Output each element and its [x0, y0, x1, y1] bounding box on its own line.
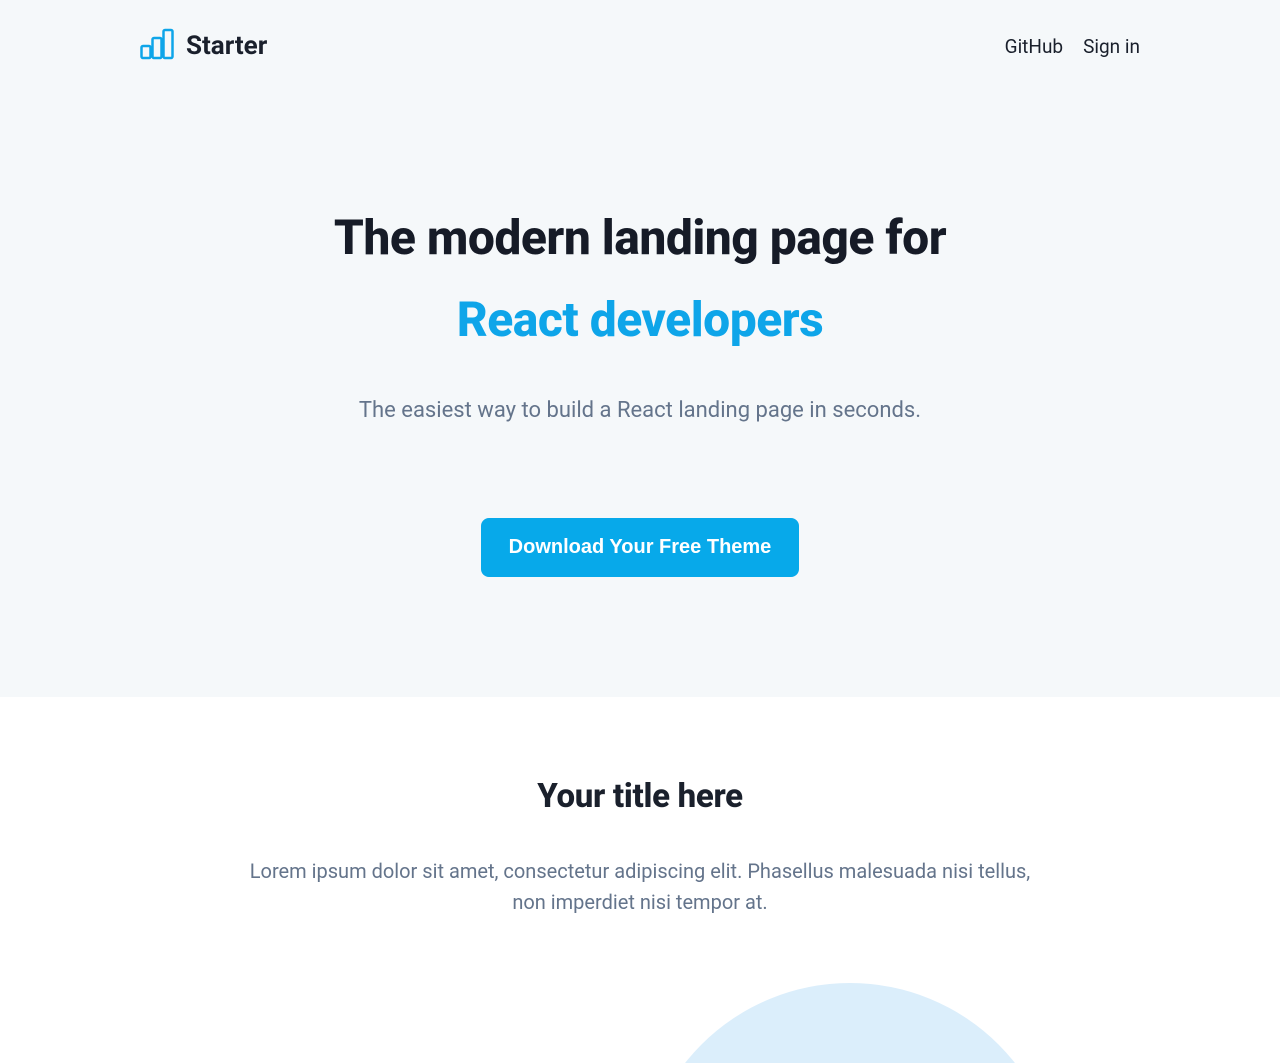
features-section: Your title here Lorem ipsum dolor sit am…: [0, 697, 1280, 1063]
hero-content: The modern landing page for React develo…: [0, 64, 1280, 577]
features-subtitle: Lorem ipsum dolor sit amet, consectetur …: [240, 856, 1040, 918]
logo[interactable]: Starter: [140, 28, 267, 64]
hero-title-line1: The modern landing page for: [334, 209, 946, 266]
hero-subtitle: The easiest way to build a React landing…: [0, 398, 1280, 423]
hero-section: Starter GitHub Sign in The modern landin…: [0, 0, 1280, 697]
features-title: Your title here: [0, 777, 1280, 816]
hero-title-highlight: React developers: [0, 291, 1280, 349]
download-theme-button[interactable]: Download Your Free Theme: [481, 518, 800, 577]
header: Starter GitHub Sign in: [0, 0, 1280, 64]
hero-title: The modern landing page for React develo…: [0, 209, 1280, 348]
nav-link-signin[interactable]: Sign in: [1083, 35, 1140, 58]
nav: GitHub Sign in: [1005, 35, 1140, 58]
bar-chart-icon: [140, 28, 176, 64]
nav-link-github[interactable]: GitHub: [1005, 35, 1063, 58]
logo-text: Starter: [186, 31, 267, 61]
